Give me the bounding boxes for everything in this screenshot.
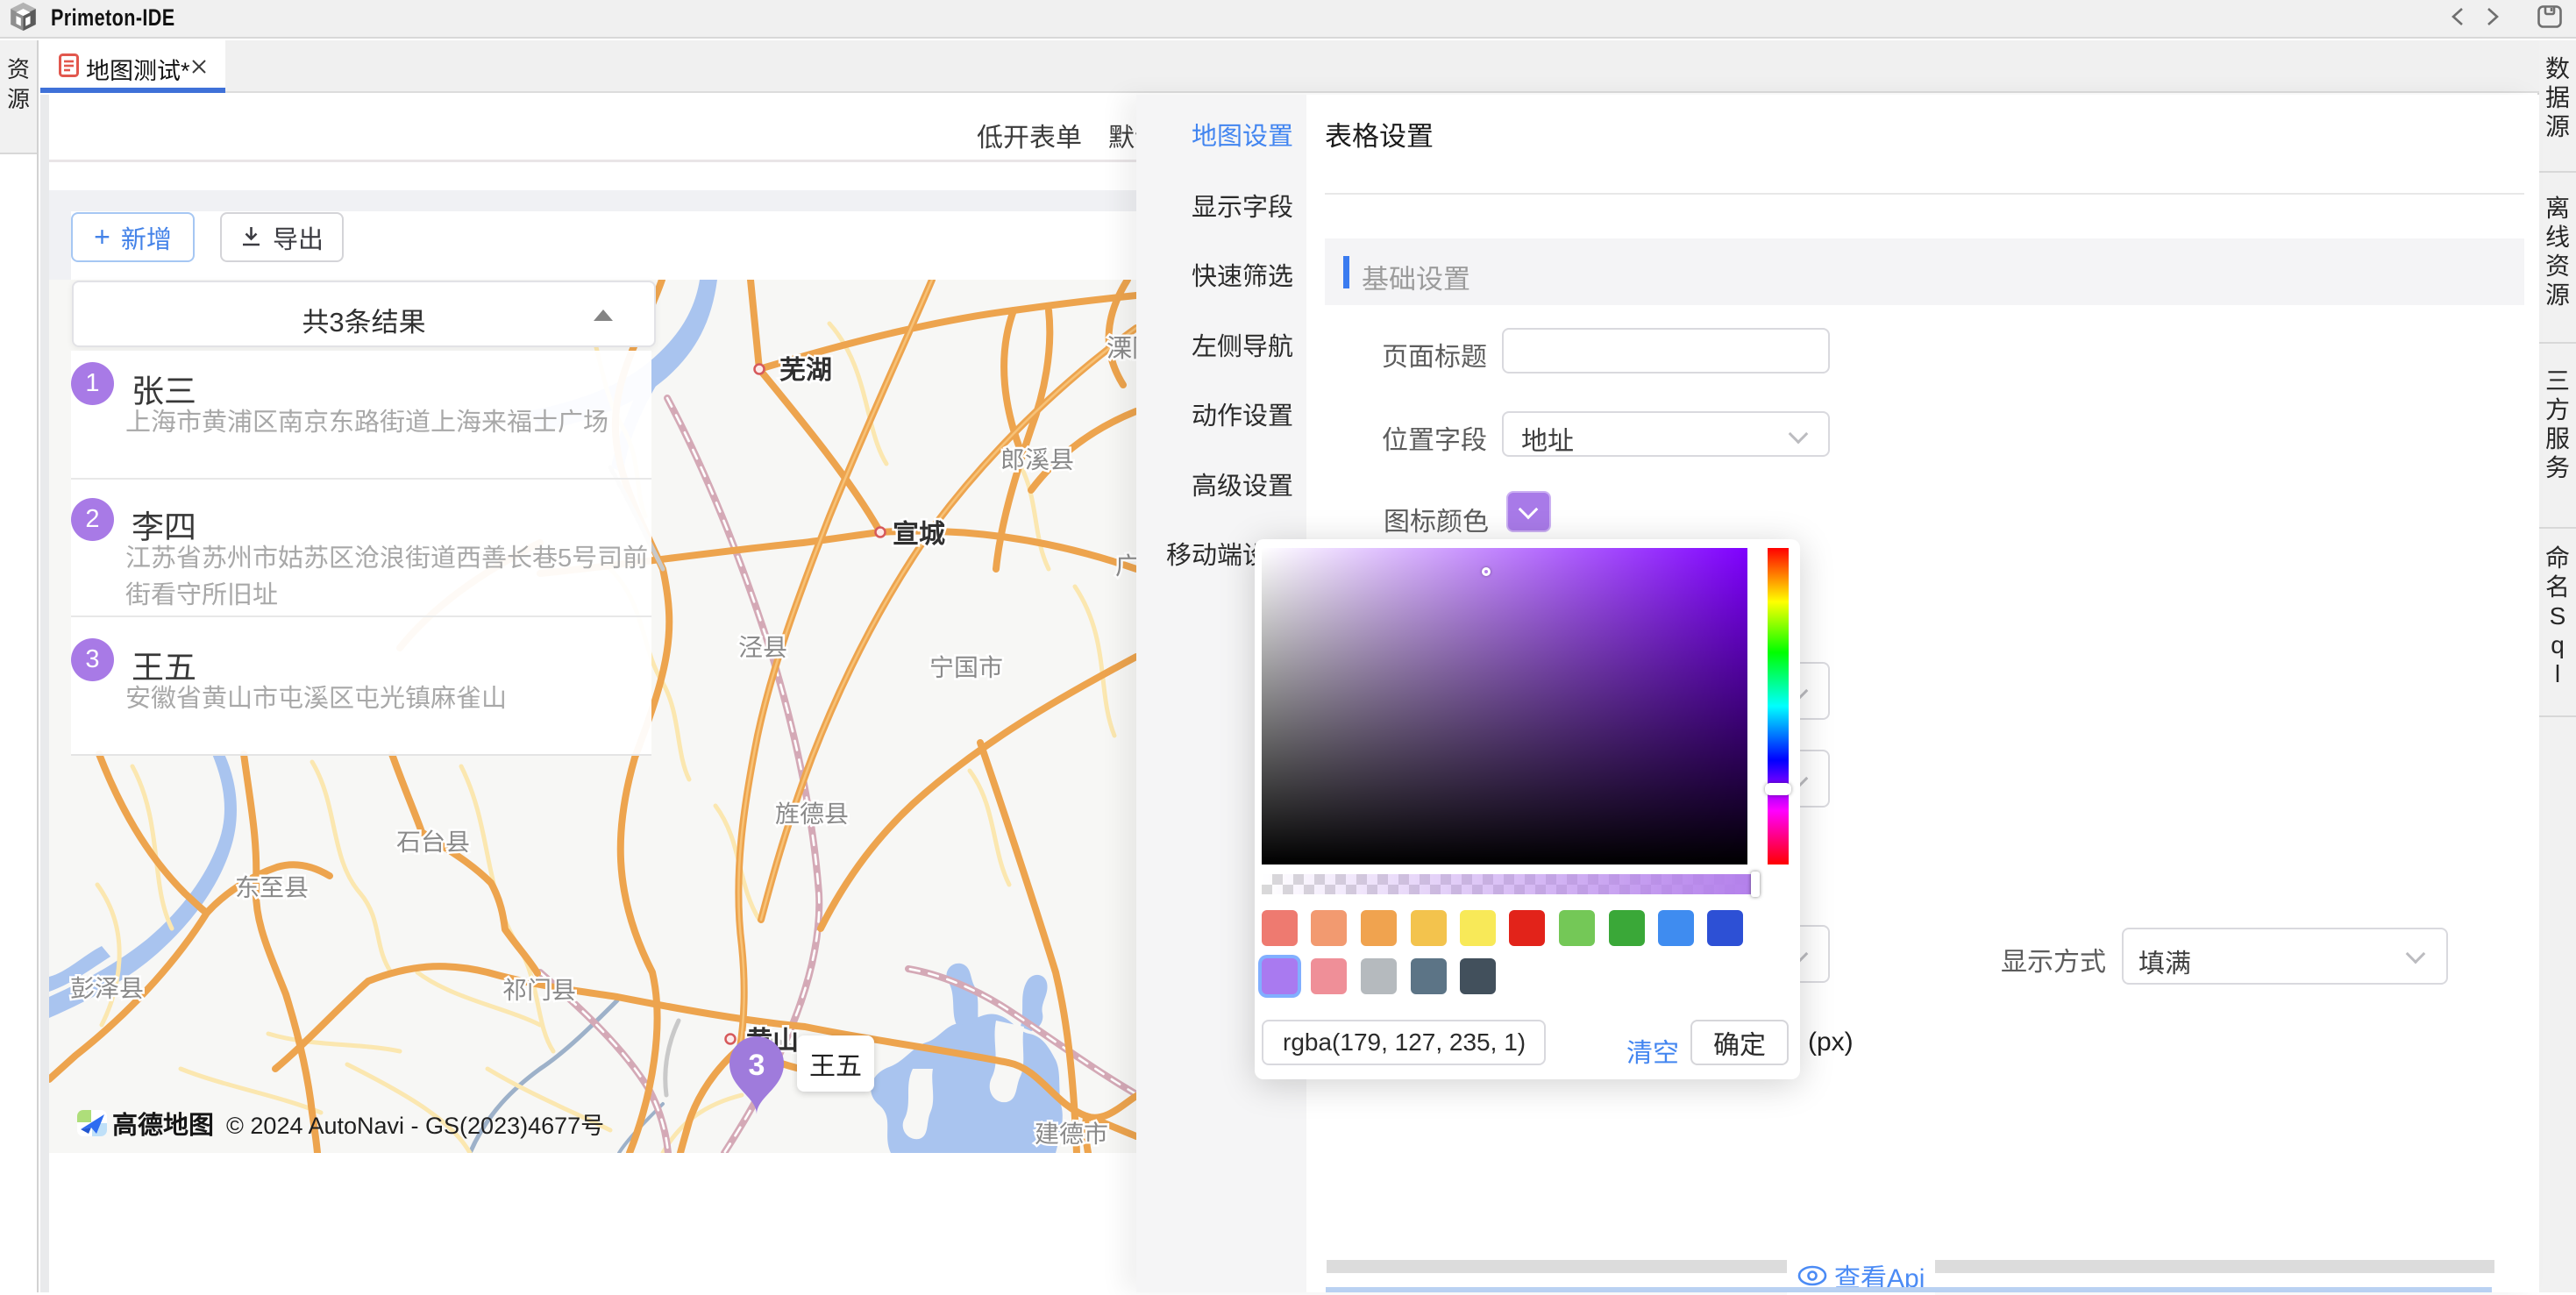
svg-text:芜湖: 芜湖	[779, 356, 832, 385]
svg-text:旌德县: 旌德县	[775, 800, 849, 828]
svg-text:宁国市: 宁国市	[929, 654, 1003, 681]
svg-text:建德市: 建德市	[1035, 1121, 1108, 1148]
svg-text:广德市: 广德市	[1115, 552, 1136, 580]
svg-text:石台县: 石台县	[396, 829, 470, 856]
svg-text:郎溪县: 郎溪县	[1000, 446, 1074, 473]
svg-text:祁门县: 祁门县	[502, 977, 576, 1004]
svg-text:3: 3	[749, 1049, 765, 1082]
svg-text:宣城: 宣城	[893, 520, 945, 549]
svg-text:彭泽县: 彭泽县	[70, 975, 144, 1002]
svg-text:东至县: 东至县	[235, 874, 309, 901]
svg-text:溧阳: 溧阳	[1107, 335, 1136, 363]
svg-text:泾县: 泾县	[738, 634, 787, 661]
